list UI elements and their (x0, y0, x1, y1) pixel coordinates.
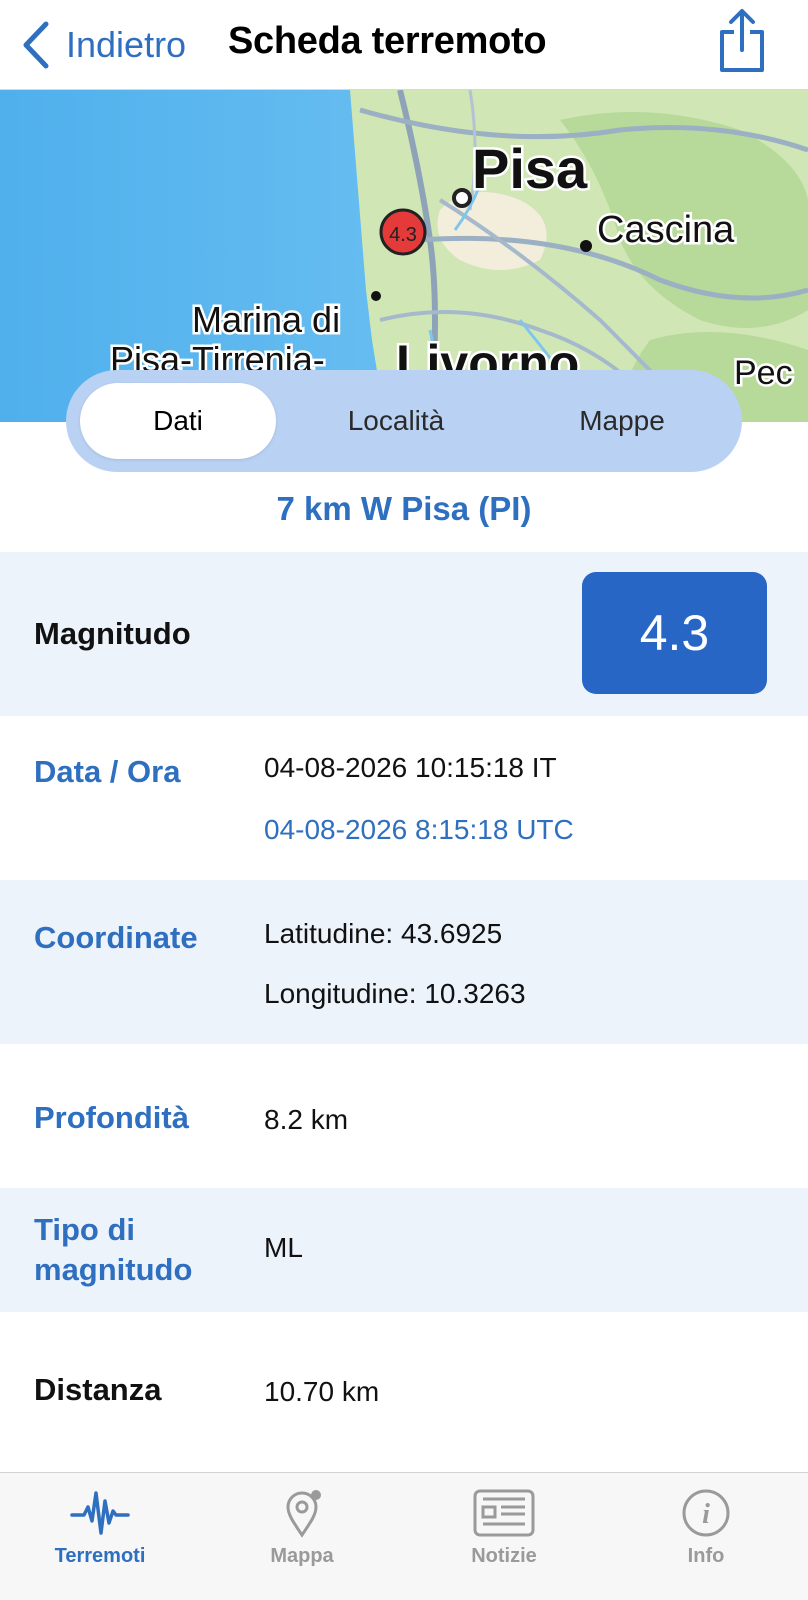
tab-terremoti[interactable]: Terremoti (20, 1487, 180, 1587)
row-coordinate: Coordinate Latitudine: 43.6925 Longitudi… (0, 880, 808, 1044)
tipo-label-2: magnitudo (34, 1252, 193, 1287)
page-title: Scheda terremoto (228, 20, 547, 62)
segment-localita[interactable]: Località (298, 383, 494, 459)
share-icon[interactable] (714, 8, 770, 74)
segment-mappe[interactable]: Mappe (522, 383, 722, 459)
seismograph-icon (70, 1491, 130, 1535)
map-pin-icon (286, 1490, 321, 1538)
distance-value: 10.70 km (264, 1376, 380, 1407)
depth-value: 8.2 km (264, 1104, 349, 1135)
coordinate-label: Coordinate (34, 920, 198, 955)
info-icon: i (682, 1489, 730, 1537)
row-profondita: Profondità 8.2 km (0, 1044, 808, 1188)
cascina-dot (580, 240, 592, 252)
map-label-pisa: Pisa (472, 137, 588, 200)
marina-dot (371, 291, 381, 301)
row-tipo-magnitudo: Tipo di magnitudo ML (0, 1188, 808, 1312)
tab-mappa[interactable]: Mappa (222, 1487, 382, 1587)
tab-label-notizie: Notizie (471, 1545, 537, 1567)
chevron-left-icon (23, 21, 49, 69)
newspaper-icon (473, 1489, 535, 1537)
row-distanza: Distanza 10.70 km (0, 1312, 808, 1472)
earthquake-location-title: 7 km W Pisa (PI) (276, 490, 532, 527)
profondita-label: Profondità (34, 1100, 189, 1135)
tab-info[interactable]: i Info (626, 1487, 786, 1587)
tab-label-mappa: Mappa (270, 1545, 334, 1567)
svg-text:i: i (702, 1499, 710, 1530)
tab-label-info: Info (687, 1545, 725, 1567)
row-data-ora: Data / Ora 04-08-2026 10:15:18 IT 04-08-… (0, 716, 808, 880)
tab-bar: Terremoti Mappa Notizie i Info (0, 1472, 808, 1600)
data-ora-label: Data / Ora (34, 754, 181, 789)
map-label-cascina: Cascina (597, 209, 735, 251)
local-datetime: 04-08-2026 10:15:18 IT (264, 752, 557, 783)
back-label: Indietro (66, 24, 187, 65)
magnitude-badge: 4.3 (582, 572, 767, 694)
latitude-value: Latitudine: 43.6925 (264, 918, 503, 949)
distanza-label: Distanza (34, 1372, 162, 1407)
marker-magnitude-label: 4.3 (389, 224, 417, 246)
back-button[interactable]: Indietro (18, 18, 186, 72)
navigation-header: Indietro Scheda terremoto (0, 0, 808, 90)
tipo-label-1: Tipo di (34, 1212, 136, 1247)
tab-label-terremoti: Terremoti (54, 1545, 146, 1567)
map-label-pec: Pec (734, 354, 793, 392)
magnitudo-label: Magnitudo (34, 616, 191, 651)
segment-dati[interactable]: Dati (80, 383, 276, 459)
longitude-value: Longitudine: 10.3263 (264, 978, 526, 1009)
view-segmented-control: Dati Località Mappe (66, 370, 742, 472)
row-magnitudo: Magnitudo 4.3 (0, 552, 808, 716)
pisa-dot (452, 188, 472, 208)
utc-datetime: 04-08-2026 8:15:18 UTC (264, 814, 574, 845)
magnitude-type-value: ML (264, 1232, 303, 1263)
tab-notizie[interactable]: Notizie (424, 1487, 584, 1587)
map-label-marina-1: Marina di (192, 299, 340, 340)
